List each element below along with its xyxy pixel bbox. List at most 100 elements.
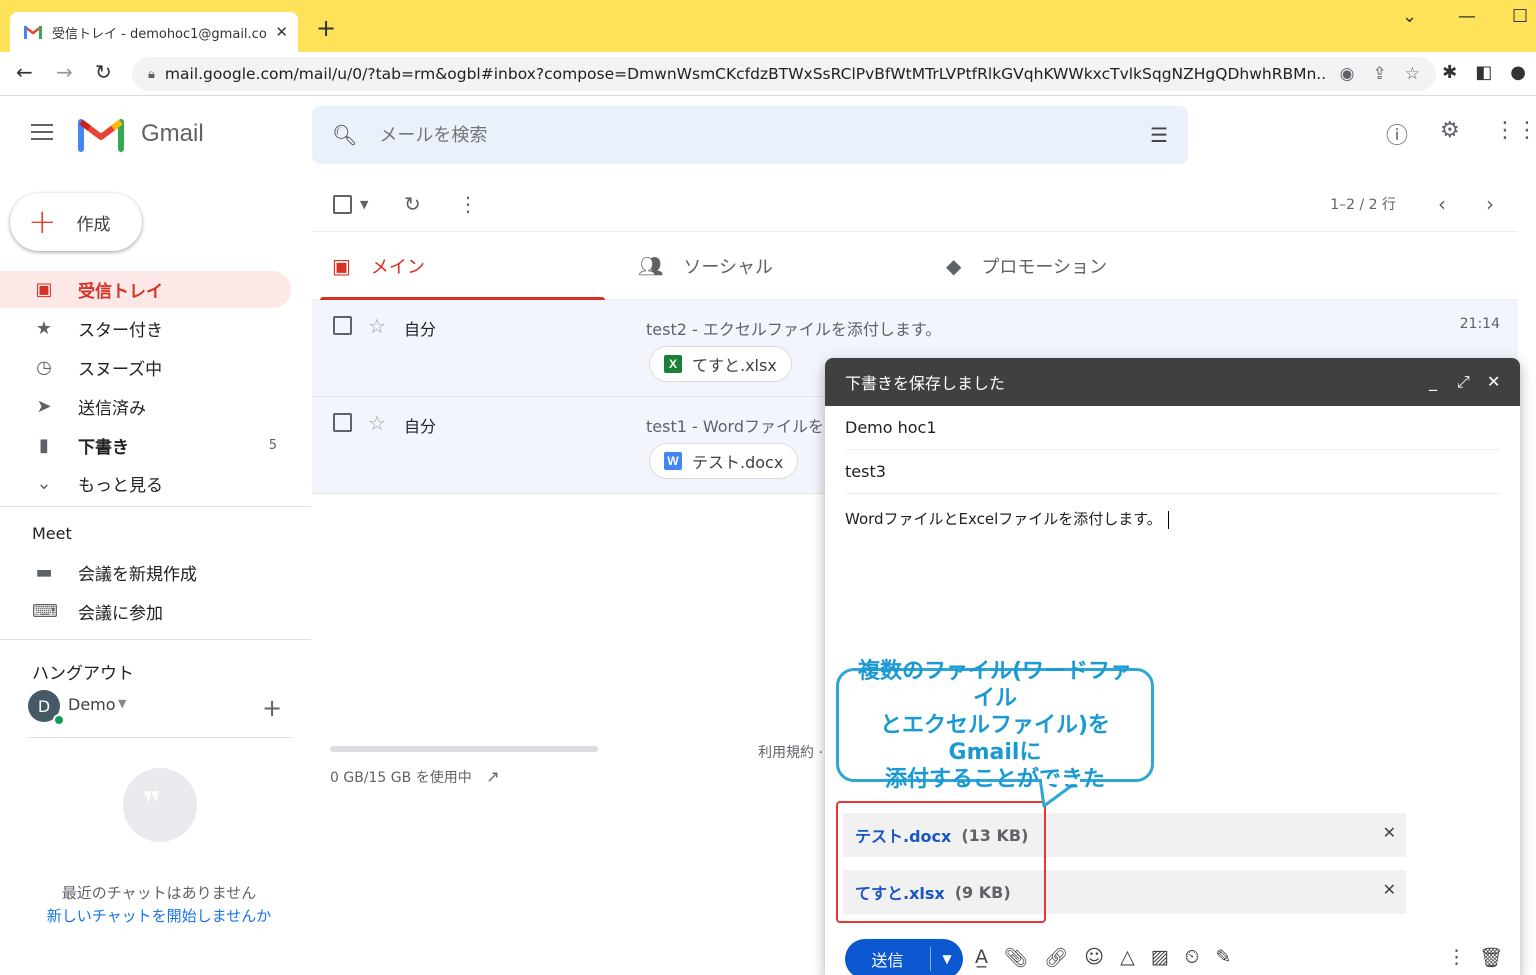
more-options-icon[interactable]: ⋮: [458, 192, 478, 216]
user-dropdown-icon[interactable]: ▼: [118, 697, 126, 710]
minimize-icon[interactable]: _: [1429, 372, 1437, 391]
profile-icon[interactable]: ●: [1510, 62, 1526, 83]
format-text-icon[interactable]: A̲: [975, 946, 988, 969]
clock-icon: ◷: [36, 357, 52, 378]
hangouts-user-name[interactable]: Demo: [68, 695, 116, 714]
browser-titlebar: 受信トレイ - demohoc1@gmail.co ✕ + ⌄ — ☐: [0, 0, 1536, 52]
video-icon: ▬: [35, 562, 53, 583]
maximize-icon[interactable]: ☐: [1512, 6, 1528, 27]
hangouts-bubble-icon: ❞: [123, 768, 197, 842]
chevron-down-icon: ⌄: [36, 473, 52, 494]
search-input[interactable]: [379, 124, 1151, 146]
insert-link-icon[interactable]: 🔗︎: [1044, 946, 1068, 969]
select-dropdown-icon[interactable]: ▼: [360, 198, 368, 211]
message-body[interactable]: WordファイルとExcelファイルを添付します。: [845, 508, 1169, 529]
text-caret: [1167, 510, 1169, 529]
compose-header[interactable]: 下書きを保存しました _ ⤢ ✕: [825, 358, 1520, 406]
search-options-icon[interactable]: ☰: [1150, 123, 1168, 147]
attachment-name: てすと.xlsx: [692, 356, 777, 375]
sidebar-item-label: スター付き: [78, 321, 163, 341]
help-icon[interactable]: ⓘ: [1386, 118, 1408, 150]
tab-search-icon[interactable]: ⌄: [1402, 6, 1417, 27]
main-menu-icon[interactable]: [30, 120, 54, 144]
external-link-icon[interactable]: ↗: [486, 767, 499, 786]
bookmark-star-icon[interactable]: ☆: [1405, 64, 1420, 84]
meet-header: Meet: [32, 524, 72, 543]
side-panel-icon[interactable]: ◧: [1475, 62, 1492, 83]
sidebar-item-label: 下書き: [78, 438, 129, 458]
mail-search-bar[interactable]: 🔍︎ ☰: [312, 106, 1188, 164]
attachment-highlight: [836, 801, 1046, 923]
refresh-icon[interactable]: ↻: [404, 192, 421, 216]
star-icon[interactable]: ☆: [368, 314, 386, 338]
discard-draft-icon[interactable]: 🗑︎: [1479, 946, 1503, 969]
next-page-icon[interactable]: ›: [1486, 192, 1494, 216]
divider: [28, 737, 292, 738]
drive-icon[interactable]: △: [1120, 946, 1135, 969]
drafts-count: 5: [268, 438, 277, 453]
forward-icon[interactable]: →: [56, 60, 73, 84]
address-bar[interactable]: 🔒︎ mail.google.com/mail/u/0/?tab=rm&ogbl…: [132, 57, 1436, 91]
compose-button[interactable]: + 作成: [10, 193, 142, 251]
tab-close-icon[interactable]: ✕: [275, 23, 288, 41]
emoji-icon[interactable]: ☺: [1084, 946, 1104, 969]
signature-icon[interactable]: ✎: [1215, 946, 1231, 969]
back-icon[interactable]: ←: [16, 60, 33, 84]
more-options-icon[interactable]: ⋮: [1447, 946, 1466, 968]
sidebar-item-join-meeting[interactable]: ⌨ 会議に参加: [0, 593, 291, 630]
attachment-chip[interactable]: W テスト.docx: [649, 443, 799, 479]
start-chat-link[interactable]: 新しいチャットを開始しませんか: [0, 905, 318, 926]
sidebar-item-sent[interactable]: ➤ 送信済み: [0, 388, 291, 425]
share-icon[interactable]: ⇪: [1373, 64, 1387, 84]
eye-icon[interactable]: ◉: [1340, 64, 1355, 84]
tab-label: メイン: [370, 257, 425, 278]
keyboard-icon: ⌨: [32, 601, 58, 622]
send-options-icon[interactable]: ▼: [931, 952, 963, 966]
callout-line: 添付することができた: [884, 766, 1105, 792]
confidential-mode-icon[interactable]: ⏲: [1185, 946, 1200, 969]
tab-social[interactable]: 👥︎ ソーシャル: [638, 232, 773, 300]
browser-tab[interactable]: 受信トレイ - demohoc1@gmail.co ✕: [10, 12, 298, 52]
send-label: 送信: [845, 947, 931, 971]
sidebar-item-inbox[interactable]: ▣ 受信トレイ: [0, 271, 291, 308]
url-text: mail.google.com/mail/u/0/?tab=rm&ogbl#in…: [164, 65, 1326, 83]
row-time: 21:14: [1459, 316, 1500, 332]
sidebar-item-snoozed[interactable]: ◷ スヌーズ中: [0, 349, 291, 386]
sidebar-item-drafts[interactable]: ▮ 下書き 5: [0, 427, 291, 464]
tab-label: プロモーション: [981, 257, 1108, 278]
fullscreen-icon[interactable]: ⤢: [1457, 372, 1470, 392]
attachment-chip[interactable]: X てすと.xlsx: [649, 346, 792, 382]
row-checkbox[interactable]: [333, 316, 352, 335]
row-checkbox[interactable]: [333, 413, 352, 432]
online-status-dot: [53, 714, 65, 726]
settings-gear-icon[interactable]: ⚙: [1440, 118, 1460, 143]
subject-field[interactable]: test3: [845, 450, 1500, 494]
search-icon[interactable]: 🔍︎: [332, 123, 357, 147]
terms-link[interactable]: 利用規約 ·: [758, 742, 823, 762]
sidebar-item-new-meeting[interactable]: ▬ 会議を新規作成: [0, 554, 291, 591]
sidebar-item-more[interactable]: ⌄ もっと見る: [0, 465, 291, 502]
sidebar-item-starred[interactable]: ★ スター付き: [0, 310, 291, 347]
recipient-field[interactable]: Demo hoc1: [845, 406, 1500, 450]
reload-icon[interactable]: ↻: [95, 60, 112, 84]
select-all-checkbox[interactable]: [333, 195, 352, 214]
tab-promotions[interactable]: ◆ プロモーション: [946, 232, 1107, 300]
row-sender: 自分: [404, 417, 437, 436]
attachment-name: テスト.docx: [692, 453, 784, 472]
close-icon[interactable]: ✕: [1487, 372, 1500, 391]
gmail-favicon-icon: [24, 26, 42, 39]
remove-attachment-icon[interactable]: ✕: [1383, 880, 1396, 899]
prev-page-icon[interactable]: ‹: [1438, 192, 1446, 216]
new-tab-icon[interactable]: +: [316, 14, 336, 42]
send-button[interactable]: 送信 ▼: [845, 939, 963, 975]
remove-attachment-icon[interactable]: ✕: [1383, 823, 1396, 842]
extensions-icon[interactable]: ✱: [1442, 62, 1457, 83]
minimize-icon[interactable]: —: [1458, 6, 1476, 27]
apps-grid-icon[interactable]: ⋮⋮: [1494, 118, 1536, 143]
add-chat-icon[interactable]: +: [262, 694, 282, 722]
storage-text: 0 GB/15 GB を使用中 ↗: [330, 767, 500, 787]
attach-file-icon[interactable]: 📎︎: [1004, 946, 1028, 969]
insert-photo-icon[interactable]: ▨: [1151, 946, 1169, 969]
star-icon[interactable]: ☆: [368, 411, 386, 435]
tab-primary[interactable]: ▣ メイン: [320, 232, 605, 300]
